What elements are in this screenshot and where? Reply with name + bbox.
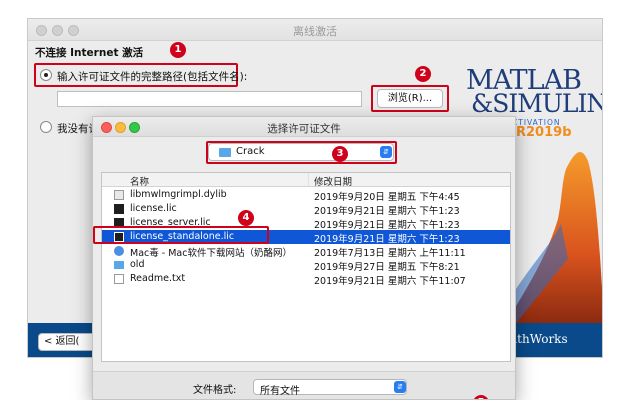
file-modified: 2019年9月21日 星期六 下午1:23 bbox=[314, 220, 460, 231]
file-row-web-location[interactable]: Mac毒 - Mac软件下载网站（奶酪网） 2019年7月13日 星期六 上午1… bbox=[102, 244, 510, 259]
file-name: libmwlmgrimpl.dylib bbox=[130, 189, 227, 200]
file-format-label: 文件格式: bbox=[193, 385, 237, 396]
file-row-readme[interactable]: Readme.txt 2019年9月21日 星期六 下午11:07 bbox=[102, 272, 510, 287]
file-name: Mac毒 - Mac软件下载网站（奶酪网） bbox=[130, 248, 292, 259]
file-name: old bbox=[130, 259, 145, 270]
membrane-logo-icon bbox=[506, 152, 602, 323]
section-title: 不连接 Internet 激活 bbox=[35, 47, 144, 59]
web-location-icon bbox=[114, 246, 124, 256]
browse-button[interactable]: 浏览(R)... bbox=[377, 89, 443, 108]
column-header-modified[interactable]: 修改日期 bbox=[314, 174, 352, 188]
file-name: license.lic bbox=[130, 203, 177, 214]
chevron-updown-icon: ⇵ bbox=[380, 146, 392, 158]
file-format-value: 所有文件 bbox=[260, 386, 300, 397]
file-modified: 2019年9月20日 星期五 下午4:45 bbox=[314, 192, 460, 203]
file-list: 名称 修改日期 libmwlmgrimpl.dylib 2019年9月20日 星… bbox=[101, 172, 511, 362]
lic-file-icon bbox=[114, 204, 124, 214]
dylib-file-icon bbox=[114, 190, 124, 200]
file-row-old-folder[interactable]: old 2019年9月27日 星期五 下午8:21 bbox=[102, 258, 510, 273]
window-titlebar: 离线激活 bbox=[28, 19, 602, 41]
file-format-select[interactable]: 所有文件 ⇵ bbox=[253, 379, 407, 397]
no-license-radio[interactable] bbox=[40, 121, 52, 133]
file-row-license[interactable]: license.lic 2019年9月21日 星期六 下午1:23 bbox=[102, 202, 510, 217]
annotation-box-4 bbox=[93, 226, 269, 244]
step-marker-3: 3 bbox=[332, 146, 348, 162]
simulink-logo-text: &SIMULINK bbox=[471, 89, 602, 118]
file-modified: 2019年9月21日 星期六 下午1:23 bbox=[314, 234, 460, 245]
folder-icon bbox=[114, 261, 124, 269]
license-file-dialog: 选择许可证文件 Crack ⇵ 3 名称 修改日期 libmwlmgrimpl.… bbox=[92, 116, 516, 400]
folder-icon bbox=[219, 148, 231, 157]
step-marker-1: 1 bbox=[170, 42, 186, 58]
file-row-dylib[interactable]: libmwlmgrimpl.dylib 2019年9月20日 星期五 下午4:4… bbox=[102, 188, 510, 203]
step-marker-2: 2 bbox=[415, 66, 431, 82]
file-path-radio[interactable] bbox=[40, 69, 52, 81]
text-file-icon bbox=[114, 274, 124, 284]
column-header-name[interactable]: 名称 bbox=[130, 174, 149, 188]
step-marker-4: 4 bbox=[238, 210, 254, 226]
folder-select-value: Crack bbox=[236, 146, 265, 157]
file-name: Readme.txt bbox=[130, 273, 186, 284]
column-divider bbox=[308, 173, 309, 186]
file-path-option-label: 输入许可证文件的完整路径(包括文件名): bbox=[57, 71, 248, 83]
window-title: 离线激活 bbox=[293, 25, 337, 38]
file-modified: 2019年9月27日 星期五 下午8:21 bbox=[314, 262, 460, 273]
file-modified: 2019年7月13日 星期六 上午11:11 bbox=[314, 248, 466, 259]
dialog-title: 选择许可证文件 bbox=[267, 123, 341, 135]
file-modified: 2019年9月21日 星期六 下午11:07 bbox=[314, 276, 466, 287]
version-label: R2019b bbox=[516, 125, 572, 140]
license-path-input[interactable] bbox=[57, 91, 362, 107]
dialog-titlebar: 选择许可证文件 bbox=[93, 117, 515, 137]
folder-location-select[interactable]: Crack ⇵ bbox=[208, 143, 394, 161]
mathworks-logo-text: athWorks bbox=[510, 332, 568, 346]
file-list-header: 名称 修改日期 bbox=[102, 173, 510, 188]
back-button[interactable]: < 返回( bbox=[38, 333, 98, 351]
chevron-updown-icon: ⇵ bbox=[394, 381, 406, 393]
file-modified: 2019年9月21日 星期六 下午1:23 bbox=[314, 206, 460, 217]
